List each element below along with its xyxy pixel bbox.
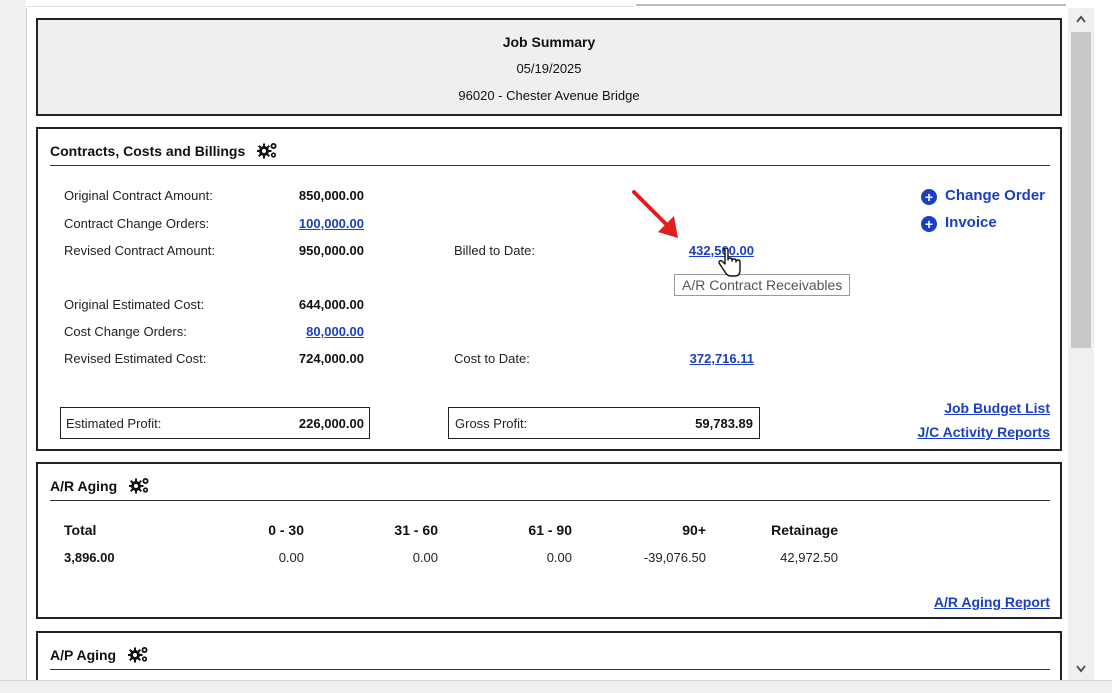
left-gutter bbox=[0, 0, 27, 692]
contracts-costs-billings-panel: Contracts, Costs and Billings Original C… bbox=[36, 127, 1062, 451]
scroll-up-icon[interactable] bbox=[1068, 8, 1094, 28]
section-title: A/P Aging bbox=[50, 647, 117, 663]
original-contract-label: Original Contract Amount: bbox=[64, 188, 213, 203]
job-budget-list-link[interactable]: Job Budget List bbox=[944, 400, 1050, 416]
revised-cost-label: Revised Estimated Cost: bbox=[64, 351, 207, 366]
ar-value-31-60: 0.00 bbox=[412, 550, 438, 565]
ar-header-0-30: 0 - 30 bbox=[268, 522, 304, 538]
billed-to-date-label: Billed to Date: bbox=[454, 243, 535, 258]
ar-aging-panel: A/R Aging Total 0 - 30 31 - 60 61 - 90 9… bbox=[36, 462, 1062, 619]
invoice-action[interactable]: + Invoice bbox=[921, 214, 997, 232]
jc-activity-reports-link[interactable]: J/C Activity Reports bbox=[917, 424, 1050, 440]
ar-aging-report-link[interactable]: A/R Aging Report bbox=[934, 594, 1050, 610]
ar-header-61-90: 61 - 90 bbox=[528, 522, 572, 538]
ar-header-31-60: 31 - 60 bbox=[394, 522, 438, 538]
top-tab-strip bbox=[26, 0, 1066, 8]
gross-profit-box: Gross Profit: 59,783.89 bbox=[448, 407, 760, 439]
gross-profit-label: Gross Profit: bbox=[455, 416, 528, 431]
ar-header-90-plus: 90+ bbox=[682, 522, 706, 538]
red-arrow-annotation bbox=[632, 190, 678, 238]
section-title: A/R Aging bbox=[50, 478, 118, 494]
section-header: A/R Aging bbox=[50, 476, 151, 497]
contract-change-orders-link[interactable]: 100,000.00 bbox=[258, 216, 364, 231]
section-header: A/P Aging bbox=[50, 645, 150, 666]
cost-change-orders-link[interactable]: 80,000.00 bbox=[258, 324, 364, 339]
job-summary-date: 05/19/2025 bbox=[516, 61, 582, 76]
bottom-strip bbox=[0, 680, 1112, 693]
ar-value-total: 3,896.00 bbox=[64, 550, 115, 565]
gears-icon[interactable] bbox=[256, 141, 279, 162]
plus-circle-icon: + bbox=[921, 216, 937, 232]
cost-to-date-label: Cost to Date: bbox=[454, 351, 530, 366]
cost-to-date-link[interactable]: 372,716.11 bbox=[648, 351, 754, 366]
revised-cost-value: 724,000.00 bbox=[298, 351, 364, 366]
vertical-scrollbar[interactable] bbox=[1068, 8, 1094, 680]
ar-value-90-plus: -39,076.50 bbox=[643, 550, 706, 565]
change-order-action[interactable]: + Change Order bbox=[921, 187, 1045, 205]
job-summary-panel: Job Summary 05/19/2025 96020 - Chester A… bbox=[36, 18, 1062, 116]
job-summary-title: Job Summary bbox=[502, 34, 596, 50]
job-name: 96020 - Chester Avenue Bridge bbox=[458, 88, 640, 103]
scroll-down-icon[interactable] bbox=[1068, 658, 1094, 678]
gears-icon[interactable] bbox=[128, 476, 151, 497]
revised-contract-label: Revised Contract Amount: bbox=[64, 243, 216, 258]
ar-value-retainage: 42,972.50 bbox=[780, 550, 838, 565]
ar-value-61-90: 0.00 bbox=[546, 550, 572, 565]
original-contract-value: 850,000.00 bbox=[298, 188, 364, 203]
ar-header-retainage: Retainage bbox=[771, 522, 838, 538]
section-header: Contracts, Costs and Billings bbox=[50, 141, 279, 162]
ar-value-0-30: 0.00 bbox=[278, 550, 304, 565]
original-cost-value: 644,000.00 bbox=[298, 297, 364, 312]
ar-header-total: Total bbox=[64, 522, 97, 538]
gross-profit-value: 59,783.89 bbox=[695, 416, 753, 431]
cost-change-orders-label: Cost Change Orders: bbox=[64, 324, 187, 339]
estimated-profit-value: 226,000.00 bbox=[298, 416, 364, 431]
revised-contract-value: 950,000.00 bbox=[298, 243, 364, 258]
contract-change-orders-label: Contract Change Orders: bbox=[64, 216, 210, 231]
tooltip: A/R Contract Receivables bbox=[674, 274, 851, 296]
estimated-profit-box: Estimated Profit: 226,000.00 bbox=[60, 407, 370, 439]
gears-icon[interactable] bbox=[127, 645, 150, 666]
hand-cursor-icon bbox=[718, 248, 741, 277]
section-title: Contracts, Costs and Billings bbox=[50, 143, 246, 159]
scroll-thumb[interactable] bbox=[1071, 32, 1091, 348]
plus-circle-icon: + bbox=[921, 189, 937, 205]
estimated-profit-label: Estimated Profit: bbox=[66, 416, 162, 431]
original-cost-label: Original Estimated Cost: bbox=[64, 297, 205, 312]
